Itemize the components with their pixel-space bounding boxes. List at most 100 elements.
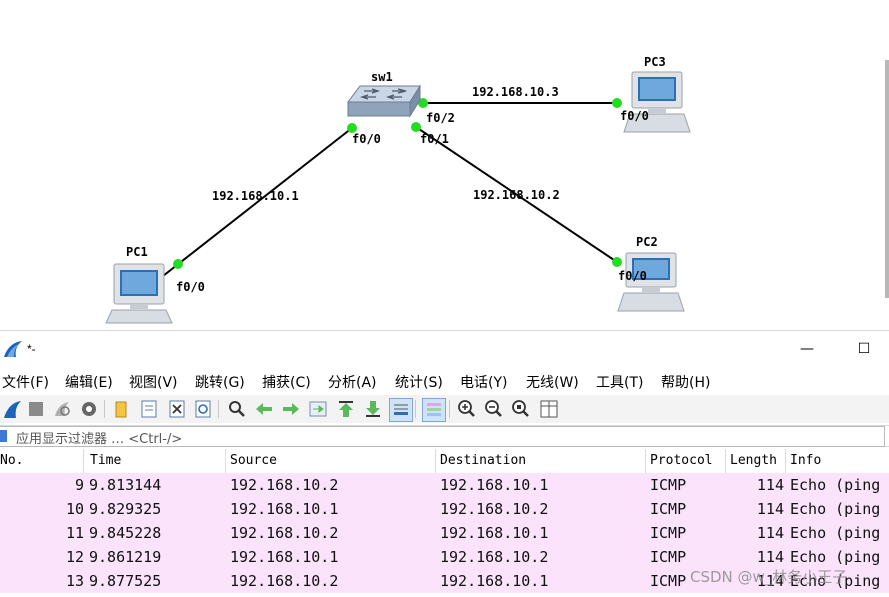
packet-row[interactable]: 9 9.813144 192.168.10.2 192.168.10.1 ICM… — [0, 473, 889, 497]
zoom-in-icon[interactable] — [456, 398, 478, 420]
minimize-button[interactable]: — — [792, 335, 822, 363]
go-last-icon[interactable] — [362, 398, 384, 420]
packet-protocol: ICMP — [650, 524, 687, 542]
column-header-protocol[interactable]: Protocol — [646, 449, 726, 473]
packet-source: 192.168.10.2 — [230, 572, 339, 590]
packet-time: 9.829325 — [89, 500, 162, 518]
packet-length: 114 — [756, 476, 784, 494]
packet-length: 114 — [756, 524, 784, 542]
pc2-label: PC2 — [636, 235, 658, 249]
menu-analyze[interactable]: 分析(A) — [328, 372, 377, 392]
menu-help[interactable]: 帮助(H) — [661, 372, 710, 392]
menu-wireless[interactable]: 无线(W) — [526, 372, 579, 392]
link-label-pc2: 192.168.10.2 — [473, 188, 560, 202]
reload-file-icon[interactable] — [192, 398, 214, 420]
endpoint-pc3-f0-0 — [612, 98, 622, 108]
menu-file[interactable]: 文件(F) — [2, 372, 49, 392]
packet-no: 9 — [74, 476, 84, 494]
column-header-length[interactable]: Length — [726, 449, 786, 473]
switch-icon — [347, 84, 421, 118]
filter-placeholder: 应用显示过滤器 … <Ctrl-/> — [16, 432, 183, 447]
endpoint-pc1-f0-0 — [173, 259, 183, 269]
packet-row[interactable]: 10 9.829325 192.168.10.1 192.168.10.2 IC… — [0, 497, 889, 521]
column-header-time[interactable]: Time — [86, 449, 226, 473]
column-header-no[interactable]: No. — [0, 449, 84, 473]
maximize-button[interactable]: ☐ — [849, 335, 879, 363]
go-first-icon[interactable] — [335, 398, 357, 420]
packet-time: 9.861219 — [89, 548, 162, 566]
go-back-icon[interactable] — [253, 398, 275, 420]
toolbar-separator — [218, 400, 219, 418]
canvas-scrollbar[interactable] — [885, 60, 889, 298]
packet-info: Echo (ping — [790, 476, 881, 494]
pc3-label: PC3 — [644, 55, 666, 69]
menu-statistics[interactable]: 统计(S) — [395, 372, 443, 392]
pc1-label: PC1 — [126, 245, 148, 259]
packet-time: 9.813144 — [89, 476, 162, 494]
packet-no: 13 — [65, 572, 84, 590]
display-filter-input[interactable]: 应用显示过滤器 … <Ctrl-/> — [0, 426, 885, 447]
packet-source: 192.168.10.1 — [230, 500, 339, 518]
packet-no: 12 — [65, 548, 84, 566]
zoom-out-icon[interactable] — [483, 398, 505, 420]
packet-source: 192.168.10.1 — [230, 548, 339, 566]
packet-protocol: ICMP — [650, 500, 687, 518]
menu-telephony[interactable]: 电话(Y) — [460, 372, 507, 392]
packet-destination: 192.168.10.1 — [440, 572, 549, 590]
packet-source: 192.168.10.2 — [230, 524, 339, 542]
menu-go[interactable]: 跳转(G) — [195, 372, 245, 392]
topology-canvas: sw1 PC1 PC2 PC3 f0/0 f0/0 f0/0 f0/0 f0/1… — [0, 0, 889, 330]
sw1-port-f0-1-label: f0/1 — [420, 132, 449, 146]
column-header-destination[interactable]: Destination — [436, 449, 646, 473]
menu-tools[interactable]: 工具(T) — [596, 372, 643, 392]
packet-source: 192.168.10.2 — [230, 476, 339, 494]
resize-columns-icon[interactable] — [538, 398, 560, 420]
packet-info: Echo (ping — [790, 500, 881, 518]
toolbar-separator — [415, 400, 416, 418]
sw1-port-f0-0-label: f0/0 — [352, 132, 381, 146]
packet-destination: 192.168.10.1 — [440, 524, 549, 542]
packet-destination: 192.168.10.2 — [440, 548, 549, 566]
packet-destination: 192.168.10.1 — [440, 476, 549, 494]
menu-capture[interactable]: 捕获(C) — [262, 372, 311, 392]
switch-label: sw1 — [371, 70, 393, 84]
toolbar-separator — [449, 400, 450, 418]
packet-info: Echo (ping — [790, 524, 881, 542]
toolbar-separator — [104, 400, 105, 418]
restart-capture-icon[interactable] — [51, 398, 73, 420]
column-header-source[interactable]: Source — [226, 449, 436, 473]
capture-options-icon[interactable] — [78, 398, 100, 420]
wireshark-fin-icon — [3, 340, 23, 362]
packet-time: 9.877525 — [89, 572, 162, 590]
display-filter-bar: 应用显示过滤器 … <Ctrl-/> — [0, 425, 889, 447]
save-file-icon[interactable] — [138, 398, 160, 420]
column-header-info[interactable]: Info — [786, 449, 889, 473]
link-label-pc1: 192.168.10.1 — [212, 189, 299, 203]
menu-bar: 文件(F) 编辑(E) 视图(V) 跳转(G) 捕获(C) 分析(A) 统计(S… — [0, 369, 889, 393]
open-file-icon[interactable] — [110, 398, 132, 420]
packet-no: 11 — [65, 524, 84, 542]
autoscroll-icon[interactable] — [389, 398, 413, 422]
packet-row[interactable]: 11 9.845228 192.168.10.2 192.168.10.1 IC… — [0, 521, 889, 545]
window-title: *- — [27, 342, 36, 356]
normal-size-icon[interactable] — [510, 398, 532, 420]
packet-length: 114 — [756, 500, 784, 518]
menu-edit[interactable]: 编辑(E) — [65, 372, 113, 392]
bookmark-icon[interactable] — [0, 430, 7, 442]
menu-view[interactable]: 视图(V) — [129, 372, 178, 392]
find-packet-icon[interactable] — [226, 398, 248, 420]
pc3-computer-icon — [623, 71, 691, 133]
title-bar: *- — ☐ — [0, 331, 889, 367]
colorize-icon[interactable] — [422, 398, 446, 422]
go-forward-icon[interactable] — [280, 398, 302, 420]
packet-protocol: ICMP — [650, 476, 687, 494]
packet-no: 10 — [65, 500, 84, 518]
csdn-watermark: CSDN @w_林务小王子 — [690, 568, 848, 586]
pc2-port-label: f0/0 — [618, 269, 647, 283]
link-label-pc3: 192.168.10.3 — [472, 85, 559, 99]
pc1-port-label: f0/0 — [176, 280, 205, 294]
close-file-icon[interactable] — [166, 398, 188, 420]
shark-fin-icon[interactable] — [1, 398, 23, 420]
go-to-packet-icon[interactable] — [307, 398, 329, 420]
stop-capture-icon[interactable] — [25, 398, 47, 420]
